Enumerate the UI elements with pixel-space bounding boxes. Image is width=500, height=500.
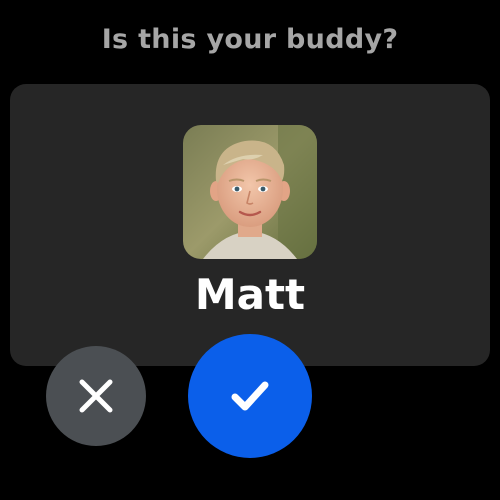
prompt-title: Is this your buddy? bbox=[101, 24, 399, 55]
buddy-confirm-screen: Is this your buddy? Matt bbox=[0, 0, 500, 500]
confirm-button[interactable] bbox=[188, 334, 312, 458]
buddy-name: Matt bbox=[194, 270, 306, 319]
buddy-avatar bbox=[183, 125, 317, 259]
checkmark-icon bbox=[231, 380, 269, 412]
reject-button[interactable] bbox=[46, 346, 146, 446]
close-icon bbox=[77, 377, 115, 415]
buddy-card: Matt bbox=[10, 84, 490, 366]
